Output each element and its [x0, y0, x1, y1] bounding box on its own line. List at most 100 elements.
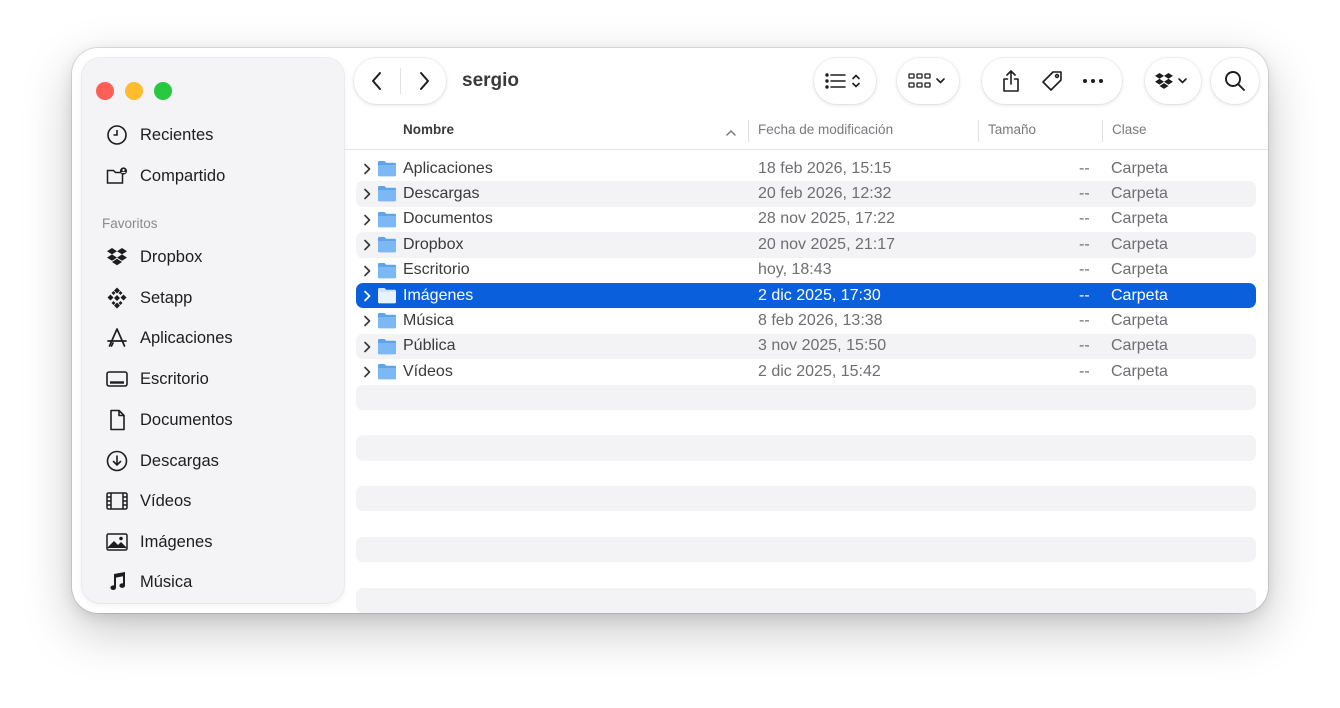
sidebar-item-label: Setapp	[140, 288, 193, 307]
column-divider[interactable]	[748, 120, 749, 142]
disclosure-chevron-icon[interactable]	[362, 289, 372, 303]
file-date: 20 nov 2025, 21:17	[758, 235, 896, 253]
folder-icon	[377, 262, 397, 279]
dropbox-icon	[1154, 71, 1192, 91]
file-kind: Carpeta	[1111, 210, 1168, 228]
navigation-buttons	[354, 58, 446, 104]
file-size: --	[1079, 337, 1090, 355]
forward-button[interactable]	[401, 58, 446, 104]
folder-icon	[377, 312, 397, 329]
file-size: --	[1079, 261, 1090, 279]
sidebar-item-label: Música	[140, 572, 193, 591]
file-row[interactable]: Pública 3 nov 2025, 15:50 -- Carpeta	[356, 333, 1256, 360]
file-row[interactable]: Descargas 20 feb 2026, 12:32 -- Carpeta	[356, 181, 1256, 207]
column-header-tamano[interactable]: Tamaño	[988, 122, 1036, 137]
file-kind: Carpeta	[1111, 185, 1168, 203]
empty-row	[356, 562, 1256, 587]
disclosure-chevron-icon[interactable]	[362, 162, 372, 176]
empty-row	[356, 486, 1256, 512]
file-kind: Carpeta	[1111, 337, 1168, 355]
photo-icon	[104, 529, 130, 555]
file-row[interactable]: Imágenes 2 dic 2025, 17:30 -- Carpeta	[356, 282, 1256, 309]
sidebar-item-compartido[interactable]: Compartido	[104, 161, 225, 191]
search-icon	[1224, 70, 1246, 92]
header-divider	[344, 149, 1268, 150]
empty-row	[356, 410, 1256, 435]
minimize-window-button[interactable]	[125, 82, 143, 100]
file-kind: Carpeta	[1111, 159, 1168, 177]
sidebar-item-recientes[interactable]: Recientes	[104, 120, 213, 150]
file-date: 18 feb 2026, 15:15	[758, 159, 892, 177]
search-button[interactable]	[1211, 58, 1259, 104]
music-note-icon	[104, 569, 130, 595]
disclosure-chevron-icon[interactable]	[362, 213, 372, 227]
empty-row	[356, 511, 1256, 536]
file-date: hoy, 18:43	[758, 261, 832, 279]
sidebar-item-label: Dropbox	[140, 247, 203, 266]
view-options-button[interactable]	[814, 58, 876, 104]
disclosure-chevron-icon[interactable]	[362, 187, 372, 201]
dropbox-menu-button[interactable]	[1145, 58, 1201, 104]
share-button[interactable]	[992, 58, 1030, 104]
tag-button[interactable]	[1033, 58, 1071, 104]
file-row[interactable]: Documentos 28 nov 2025, 17:22 -- Carpeta	[356, 207, 1256, 232]
setapp-icon	[104, 285, 130, 311]
film-icon	[104, 488, 130, 514]
file-size: --	[1079, 210, 1090, 228]
disclosure-chevron-icon[interactable]	[362, 238, 372, 252]
disclosure-chevron-icon[interactable]	[362, 314, 372, 328]
file-row[interactable]: Aplicaciones 18 feb 2026, 15:15 -- Carpeta	[356, 156, 1256, 181]
group-button[interactable]	[897, 58, 959, 104]
column-header-clase[interactable]: Clase	[1112, 122, 1147, 137]
sidebar-item-escritorio[interactable]: Escritorio	[104, 364, 209, 394]
empty-row	[356, 587, 1256, 613]
sidebar-item-imagenes[interactable]: Imágenes	[104, 527, 212, 557]
file-kind: Carpeta	[1111, 261, 1168, 279]
group-icon	[908, 71, 948, 91]
file-kind: Carpeta	[1111, 362, 1168, 380]
sidebar-item-aplicaciones[interactable]: Aplicaciones	[104, 323, 233, 353]
file-row[interactable]: Música 8 feb 2026, 13:38 -- Carpeta	[356, 308, 1256, 333]
sidebar-item-videos[interactable]: Vídeos	[104, 486, 191, 516]
empty-row	[356, 536, 1256, 563]
sidebar-item-descargas[interactable]: Descargas	[104, 446, 219, 476]
close-window-button[interactable]	[96, 82, 114, 100]
column-divider[interactable]	[978, 120, 979, 142]
file-date: 2 dic 2025, 17:30	[758, 286, 881, 304]
disclosure-chevron-icon[interactable]	[362, 365, 372, 379]
sidebar-item-label: Escritorio	[140, 369, 209, 388]
file-row[interactable]: Vídeos 2 dic 2025, 15:42 -- Carpeta	[356, 359, 1256, 384]
file-name: Dropbox	[403, 235, 464, 253]
sidebar-item-label: Aplicaciones	[140, 328, 233, 347]
sidebar-item-documentos[interactable]: Documentos	[104, 405, 233, 435]
column-divider[interactable]	[1102, 120, 1103, 142]
sidebar-item-label: Descargas	[140, 451, 219, 470]
file-name: Aplicaciones	[403, 159, 493, 177]
file-row[interactable]: Dropbox 20 nov 2025, 21:17 -- Carpeta	[356, 232, 1256, 258]
folder-icon	[377, 160, 397, 177]
file-date: 8 feb 2026, 13:38	[758, 312, 883, 330]
folder-icon	[377, 185, 397, 202]
maximize-window-button[interactable]	[154, 82, 172, 100]
sidebar-item-musica[interactable]: Música	[104, 567, 192, 597]
sidebar-item-label: Imágenes	[140, 532, 213, 551]
column-header-fecha[interactable]: Fecha de modificación	[758, 122, 893, 137]
back-icon	[370, 71, 384, 91]
actions-group	[982, 58, 1122, 104]
applications-icon	[104, 325, 130, 351]
file-row[interactable]: Escritorio hoy, 18:43 -- Carpeta	[356, 258, 1256, 283]
disclosure-chevron-icon[interactable]	[362, 340, 372, 354]
file-name: Documentos	[403, 210, 493, 228]
share-icon	[1001, 69, 1021, 93]
download-icon	[104, 448, 130, 474]
file-date: 28 nov 2025, 17:22	[758, 210, 896, 228]
sidebar-item-setapp[interactable]: Setapp	[104, 283, 192, 313]
sidebar-item-dropbox[interactable]: Dropbox	[104, 242, 202, 272]
column-header-nombre[interactable]: Nombre	[403, 122, 454, 137]
disclosure-chevron-icon[interactable]	[362, 264, 372, 278]
file-date: 3 nov 2025, 15:50	[758, 337, 887, 355]
back-button[interactable]	[354, 58, 400, 104]
finder-window: Recientes Compartido Favoritos Dropbox S…	[72, 48, 1268, 613]
more-button[interactable]	[1074, 58, 1112, 104]
folder-icon	[377, 211, 397, 228]
